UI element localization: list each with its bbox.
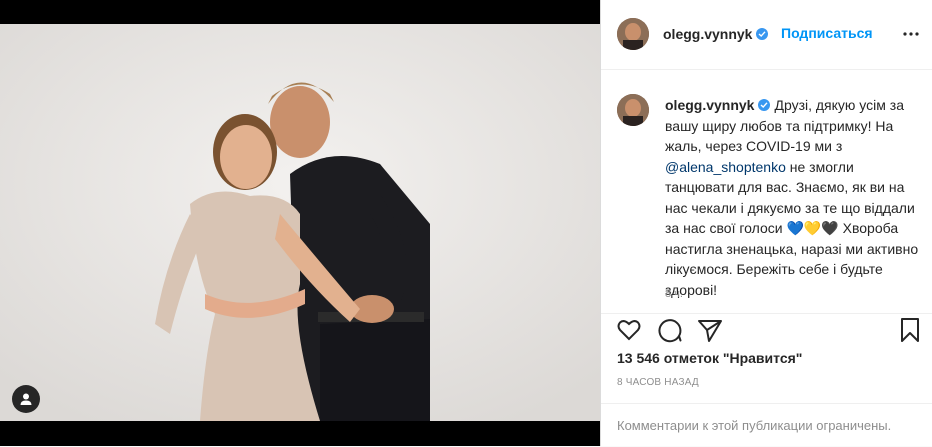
post-photo-illustration	[0, 24, 600, 421]
comment-icon[interactable]	[656, 316, 684, 344]
media-bottom-bar	[0, 421, 600, 446]
post-photo[interactable]	[0, 24, 600, 421]
follow-button[interactable]: Подписаться	[781, 25, 873, 41]
author-name-row: olegg.vynnyk	[663, 26, 769, 44]
save-icon[interactable]	[896, 316, 924, 344]
action-bar	[601, 313, 932, 354]
post-header: olegg.vynnyk Подписаться	[601, 0, 932, 70]
author-username[interactable]: olegg.vynnyk	[663, 26, 752, 42]
more-options-icon[interactable]	[901, 26, 921, 42]
like-heart-icon[interactable]	[615, 316, 643, 344]
caption-timestamp[interactable]: 8 ч.	[665, 288, 683, 300]
share-icon[interactable]	[696, 316, 724, 344]
user-tag-icon	[20, 393, 32, 405]
caption-avatar[interactable]	[617, 94, 649, 126]
caption-mention-link[interactable]: @alena_shoptenko	[665, 159, 786, 175]
post-timestamp[interactable]: 8 ЧАСОВ НАЗАД	[617, 377, 699, 388]
yellow-heart-icon: 💛	[803, 220, 822, 236]
author-avatar[interactable]	[617, 18, 649, 50]
instagram-post: olegg.vynnyk Подписаться olegg.vynnyk Дру…	[0, 0, 932, 446]
likes-count[interactable]: 13 546 отметок "Нравится"	[617, 350, 802, 366]
media-top-bar	[0, 0, 600, 24]
avatar-image	[617, 94, 649, 126]
comments-section: Комментарии к этой публикации ограничены…	[601, 403, 932, 447]
post-sidebar: olegg.vynnyk Подписаться olegg.vynnyk Дру…	[600, 0, 932, 446]
blue-heart-icon: 💙	[786, 220, 804, 236]
user-tag-button[interactable]	[12, 385, 40, 413]
verified-badge-icon	[758, 99, 771, 111]
verified-badge-icon	[756, 28, 769, 40]
post-caption: olegg.vynnyk Друзі, дякую усім за вашу щи…	[665, 95, 919, 300]
caption-username[interactable]: olegg.vynnyk	[665, 97, 754, 113]
comments-disabled-notice: Комментарии к этой публикации ограничены…	[617, 418, 892, 433]
avatar-image	[617, 18, 649, 50]
black-heart-icon: 🖤	[821, 220, 839, 236]
